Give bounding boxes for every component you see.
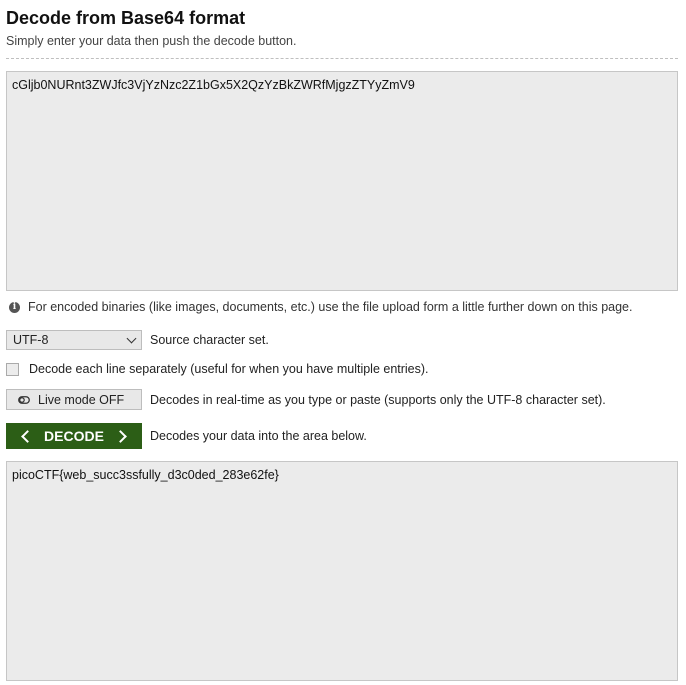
charset-label: Source character set.: [150, 333, 269, 347]
charset-select[interactable]: UTF-8: [6, 330, 142, 350]
decode-row: DECODE Decodes your data into the area b…: [6, 423, 367, 449]
encoded-input-textarea[interactable]: cGljb0NURnt3ZWJfc3VjYzNzc2Z1bGx5X2QzYzBk…: [6, 71, 678, 291]
decode-button-label: DECODE: [44, 428, 104, 444]
live-mode-button[interactable]: Live mode OFF: [6, 389, 142, 410]
decoded-output-textarea[interactable]: picoCTF{web_succ3ssfully_d3c0ded_283e62f…: [6, 461, 678, 681]
live-mode-row: Live mode OFF Decodes in real-time as yo…: [6, 389, 606, 410]
divider: [6, 58, 678, 59]
decode-description: Decodes your data into the area below.: [150, 429, 367, 443]
file-upload-info: i For encoded binaries (like images, doc…: [9, 300, 633, 314]
separate-lines-row: Decode each line separately (useful for …: [6, 362, 429, 376]
info-icon: i: [9, 301, 20, 313]
chevron-left-icon: [21, 429, 34, 443]
page-title: Decode from Base64 format: [6, 8, 246, 28]
info-text: For encoded binaries (like images, docum…: [28, 300, 633, 314]
live-mode-description: Decodes in real-time as you type or past…: [150, 392, 606, 407]
chevron-down-icon: [126, 333, 137, 344]
live-mode-label: Live mode OFF: [38, 392, 125, 407]
toggle-icon: [18, 395, 30, 404]
chevron-right-icon: [114, 429, 127, 443]
page-subtitle: Simply enter your data then push the dec…: [6, 34, 297, 48]
decode-button[interactable]: DECODE: [6, 423, 142, 449]
charset-selected-value: UTF-8: [13, 333, 49, 347]
separate-lines-label: Decode each line separately (useful for …: [29, 362, 429, 376]
separate-lines-checkbox[interactable]: [6, 362, 19, 376]
charset-row: UTF-8 Source character set.: [6, 330, 269, 350]
